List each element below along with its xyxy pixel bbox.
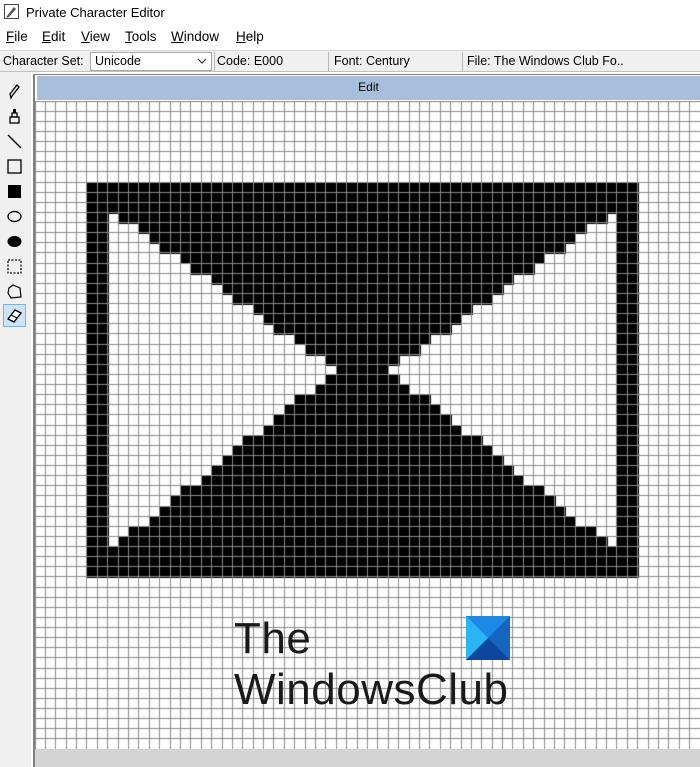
filled-rectangle-tool[interactable]	[3, 180, 26, 203]
menu-bar: File Edit View Tools Window Help	[0, 26, 700, 48]
charset-label: Character Set:	[3, 54, 84, 68]
line-icon	[7, 134, 22, 149]
hollow-ellipse-icon	[7, 210, 22, 223]
divider	[462, 52, 463, 71]
charset-select[interactable]: Unicode	[90, 52, 212, 71]
hollow-rectangle-tool[interactable]	[3, 155, 26, 178]
code-readout: Code: E000	[217, 54, 284, 68]
edit-window-bottom	[35, 749, 700, 767]
file-readout: File: The Windows Club Fo..	[467, 54, 624, 68]
hollow-ellipse-tool[interactable]	[3, 205, 26, 228]
menu-file[interactable]: File	[6, 29, 28, 44]
filled-ellipse-icon	[7, 236, 22, 247]
menu-help[interactable]: Help	[236, 29, 264, 44]
menu-tools[interactable]: Tools	[125, 29, 157, 44]
menu-window[interactable]: Window	[171, 29, 219, 44]
font-readout: Font: Century	[334, 54, 410, 68]
brush-tool[interactable]	[3, 105, 26, 128]
app-icon	[4, 4, 19, 19]
charset-value: Unicode	[95, 54, 141, 68]
brush-icon	[9, 109, 20, 124]
toolbox	[0, 72, 31, 767]
hollow-rectangle-icon	[7, 159, 22, 174]
filled-rectangle-icon	[8, 185, 21, 198]
pencil-icon	[9, 84, 20, 100]
menu-edit[interactable]: Edit	[42, 29, 65, 44]
freeform-selection-icon	[7, 284, 22, 299]
divider	[214, 52, 215, 71]
rectangular-selection-tool[interactable]	[3, 255, 26, 278]
window-title: Private Character Editor	[26, 5, 165, 20]
windows-logo-icon	[466, 616, 510, 660]
pencil-tool[interactable]	[3, 80, 26, 103]
glyph-grid[interactable]	[35, 101, 700, 749]
edit-window-caption: Edit	[37, 76, 700, 100]
eraser-tool[interactable]	[3, 304, 26, 327]
watermark-line1: The	[234, 614, 312, 663]
filled-ellipse-tool[interactable]	[3, 230, 26, 253]
glyph-canvas[interactable]	[35, 101, 700, 749]
chevron-down-icon	[197, 58, 207, 64]
line-tool[interactable]	[3, 130, 26, 153]
divider	[328, 52, 329, 71]
menu-view[interactable]: View	[81, 29, 110, 44]
eraser-icon	[7, 309, 22, 323]
rectangular-selection-icon	[7, 259, 22, 274]
freeform-selection-tool[interactable]	[3, 280, 26, 303]
watermark-line2: WindowsClub	[234, 665, 509, 714]
info-bar: Character Set: Unicode Code: E000 Font: …	[0, 50, 700, 72]
title-bar: Private Character Editor	[0, 0, 700, 24]
